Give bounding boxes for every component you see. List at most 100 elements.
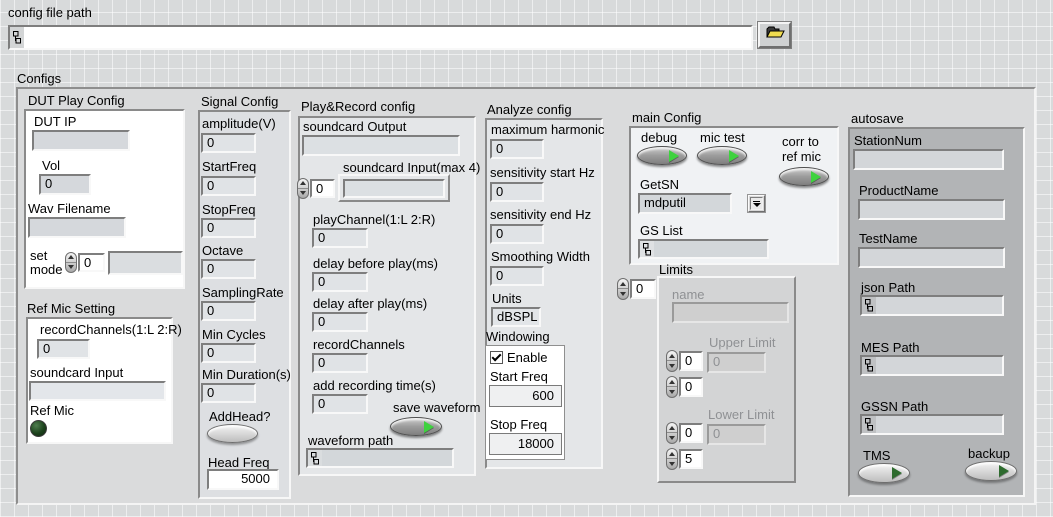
startfreq-field[interactable]: 0	[201, 176, 256, 196]
stopfreq-field[interactable]: 0	[201, 218, 256, 238]
increment-icon[interactable]	[667, 351, 677, 361]
lower-limit-index-stepper-a[interactable]	[666, 422, 678, 444]
save-waveform-toggle[interactable]	[390, 417, 442, 436]
json-path-value[interactable]	[876, 297, 1002, 314]
product-name-field[interactable]	[858, 199, 1005, 220]
increment-icon[interactable]	[618, 279, 628, 289]
gssn-path-control[interactable]	[860, 414, 1004, 435]
gssn-path-value[interactable]	[876, 416, 1002, 433]
getsn-label: GetSN	[640, 178, 679, 192]
sensitivity-start-label: sensitivity start Hz	[490, 166, 595, 180]
decrement-icon[interactable]	[667, 361, 677, 371]
wav-filename-field[interactable]	[28, 217, 126, 238]
delay-after-play-field[interactable]: 0	[312, 312, 368, 332]
gs-list-path-value[interactable]	[654, 241, 767, 257]
wav-filename-label: Wav Filename	[28, 202, 111, 216]
test-name-field[interactable]	[858, 247, 1005, 268]
smoothing-width-field[interactable]: 0	[490, 266, 544, 286]
soundcard-input-index-field[interactable]: 0	[310, 179, 335, 198]
config-file-path-value[interactable]	[24, 27, 751, 48]
increment-icon[interactable]	[298, 179, 308, 189]
record-channels-field[interactable]: 0	[37, 339, 90, 359]
json-path-control[interactable]	[860, 295, 1004, 316]
min-cycles-label: Min Cycles	[202, 328, 266, 342]
gs-list-path-control[interactable]	[638, 239, 769, 259]
upper-limit-index-field-b[interactable]: 0	[679, 377, 703, 397]
play-arrow-icon	[669, 150, 679, 162]
getsn-dropdown-button[interactable]	[748, 195, 765, 212]
decrement-icon[interactable]	[66, 263, 76, 273]
lower-limit-index-stepper-b[interactable]	[666, 448, 678, 470]
sensitivity-start-field[interactable]: 0	[490, 182, 544, 202]
debug-toggle[interactable]	[637, 146, 687, 165]
tms-label: TMS	[863, 449, 890, 463]
mes-path-control[interactable]	[860, 355, 1004, 376]
backup-toggle[interactable]	[965, 461, 1017, 481]
increment-icon[interactable]	[66, 253, 76, 263]
station-num-label: StationNum	[854, 134, 922, 148]
refmic-soundcard-input-field[interactable]	[29, 381, 166, 401]
limits-index-field[interactable]: 0	[630, 279, 656, 299]
tms-toggle[interactable]	[858, 463, 910, 483]
decrement-icon[interactable]	[618, 289, 628, 299]
vol-label: Vol	[42, 159, 60, 173]
waveform-path-value[interactable]	[322, 450, 452, 466]
limit-name-field	[672, 302, 789, 323]
soundcard-output-field[interactable]	[302, 135, 460, 156]
sensitivity-end-field[interactable]: 0	[490, 224, 544, 244]
dut-ip-field[interactable]	[32, 130, 130, 151]
browse-button[interactable]	[758, 22, 791, 48]
lower-limit-index-field-b[interactable]: 5	[679, 449, 703, 469]
limits-index-stepper[interactable]	[617, 278, 629, 300]
pr-record-channels-field[interactable]: 0	[312, 353, 368, 373]
units-field[interactable]: dBSPL	[491, 307, 541, 327]
getsn-combobox[interactable]: mdputil	[638, 193, 732, 214]
vol-field[interactable]: 0	[39, 174, 91, 195]
soundcard-input-index-stepper[interactable]	[297, 178, 309, 199]
set-mode-index-field[interactable]: 0	[78, 253, 105, 272]
set-mode-stepper[interactable]	[65, 252, 77, 273]
dut-ip-label: DUT IP	[34, 115, 76, 129]
set-mode-value-field[interactable]	[108, 251, 183, 275]
soundcard-input-max4-label: soundcard Input(max 4)	[343, 161, 480, 175]
soundcard-input-max4-field[interactable]	[343, 179, 445, 198]
octave-field[interactable]: 0	[201, 259, 256, 279]
upper-limit-index-stepper-a[interactable]	[666, 350, 678, 372]
stop-freq-field[interactable]: 18000	[489, 433, 562, 455]
mes-path-value[interactable]	[876, 357, 1002, 374]
maximum-harmonic-field[interactable]: 0	[490, 139, 544, 159]
delay-after-play-label: delay after play(ms)	[313, 297, 427, 311]
addhead-toggle[interactable]	[207, 424, 258, 443]
path-glyph-icon	[862, 357, 876, 374]
enable-checkbox[interactable]	[490, 351, 503, 364]
increment-icon[interactable]	[667, 449, 677, 459]
amplitude-label: amplitude(V)	[202, 117, 276, 131]
add-recording-time-field[interactable]: 0	[312, 394, 368, 414]
config-file-path-control[interactable]	[8, 25, 753, 50]
start-freq-field[interactable]: 600	[489, 385, 562, 407]
upper-limit-index-stepper-b[interactable]	[666, 376, 678, 398]
playchannel-field[interactable]: 0	[312, 228, 368, 248]
lower-limit-index-field-a[interactable]: 0	[679, 423, 703, 443]
station-num-field[interactable]	[853, 149, 1004, 170]
mic-test-toggle[interactable]	[697, 146, 747, 165]
min-duration-field[interactable]: 0	[201, 383, 256, 403]
min-cycles-field[interactable]: 0	[201, 343, 256, 363]
increment-icon[interactable]	[667, 423, 677, 433]
decrement-icon[interactable]	[667, 459, 677, 469]
ref-mic-led-indicator[interactable]	[30, 420, 47, 437]
upper-limit-index-field-a[interactable]: 0	[679, 351, 703, 371]
amplitude-field[interactable]: 0	[201, 133, 256, 153]
increment-icon[interactable]	[667, 377, 677, 387]
pr-record-channels-label: recordChannels	[313, 338, 405, 352]
waveform-path-control[interactable]	[306, 448, 454, 468]
corr-to-ref-mic-toggle[interactable]	[779, 167, 829, 186]
decrement-icon[interactable]	[667, 387, 677, 397]
dut-play-config-title: DUT Play Config	[28, 94, 125, 108]
head-freq-field[interactable]: 5000	[207, 469, 279, 490]
decrement-icon[interactable]	[298, 189, 308, 199]
stop-freq-label: Stop Freq	[490, 418, 547, 432]
decrement-icon[interactable]	[667, 433, 677, 443]
samplingrate-field[interactable]: 0	[201, 301, 256, 321]
delay-before-play-field[interactable]: 0	[312, 272, 368, 292]
